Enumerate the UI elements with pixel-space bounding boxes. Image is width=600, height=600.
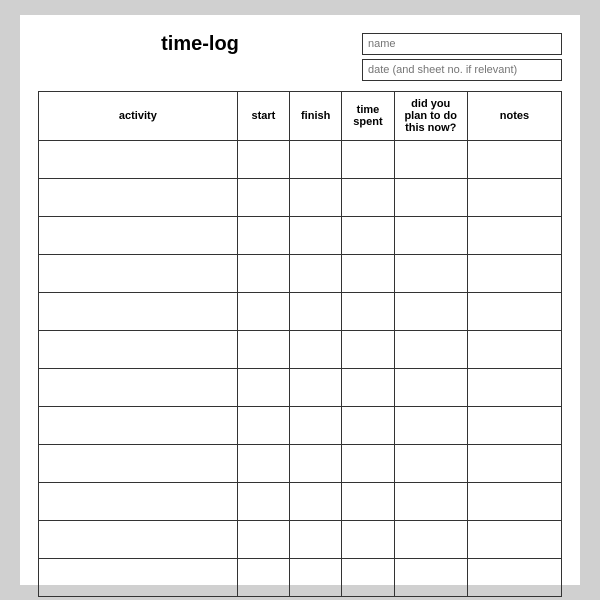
table-cell[interactable] [342, 559, 394, 597]
table-cell[interactable] [467, 293, 561, 331]
table-cell[interactable] [39, 255, 238, 293]
table-cell[interactable] [237, 559, 289, 597]
table-cell[interactable] [394, 559, 467, 597]
table-cell[interactable] [342, 179, 394, 217]
table-row [39, 217, 562, 255]
table-cell[interactable] [394, 293, 467, 331]
table-cell[interactable] [467, 331, 561, 369]
table-cell[interactable] [394, 445, 467, 483]
table-cell[interactable] [342, 407, 394, 445]
header-start: start [237, 92, 289, 141]
table-cell[interactable] [237, 445, 289, 483]
table-cell[interactable] [39, 331, 238, 369]
form-fields [362, 33, 562, 81]
table-cell[interactable] [290, 141, 342, 179]
table-cell[interactable] [342, 293, 394, 331]
table-row [39, 407, 562, 445]
table-cell[interactable] [237, 293, 289, 331]
table-row [39, 369, 562, 407]
table-header-row: activity start finish time spent did you… [39, 92, 562, 141]
table-cell[interactable] [237, 407, 289, 445]
table-cell[interactable] [342, 369, 394, 407]
table-cell[interactable] [237, 483, 289, 521]
table-cell[interactable] [342, 445, 394, 483]
table-row [39, 293, 562, 331]
table-cell[interactable] [394, 407, 467, 445]
table-cell[interactable] [39, 445, 238, 483]
table-row [39, 255, 562, 293]
table-cell[interactable] [290, 293, 342, 331]
header-finish: finish [290, 92, 342, 141]
table-row [39, 521, 562, 559]
table-cell[interactable] [39, 521, 238, 559]
table-cell[interactable] [467, 179, 561, 217]
header-time-spent: time spent [342, 92, 394, 141]
table-cell[interactable] [342, 521, 394, 559]
table-cell[interactable] [290, 483, 342, 521]
header-area: time-log [38, 33, 562, 81]
table-cell[interactable] [290, 407, 342, 445]
table-cell[interactable] [467, 369, 561, 407]
title-section: time-log [38, 33, 362, 56]
table-cell[interactable] [342, 255, 394, 293]
header-notes: notes [467, 92, 561, 141]
table-cell[interactable] [290, 521, 342, 559]
table-cell[interactable] [290, 331, 342, 369]
table-cell[interactable] [467, 407, 561, 445]
table-cell[interactable] [342, 217, 394, 255]
table-cell[interactable] [467, 559, 561, 597]
date-input[interactable] [362, 59, 562, 81]
table-cell[interactable] [237, 255, 289, 293]
table-cell[interactable] [342, 141, 394, 179]
table-cell[interactable] [39, 141, 238, 179]
table-cell[interactable] [290, 369, 342, 407]
table-cell[interactable] [394, 255, 467, 293]
table-cell[interactable] [467, 521, 561, 559]
table-row [39, 483, 562, 521]
table-cell[interactable] [394, 331, 467, 369]
table-cell[interactable] [394, 179, 467, 217]
table-cell[interactable] [467, 141, 561, 179]
table-cell[interactable] [394, 369, 467, 407]
table-cell[interactable] [39, 179, 238, 217]
table-cell[interactable] [342, 483, 394, 521]
table-cell[interactable] [290, 217, 342, 255]
table-cell[interactable] [237, 141, 289, 179]
table-cell[interactable] [237, 331, 289, 369]
table-cell[interactable] [394, 217, 467, 255]
table-row [39, 445, 562, 483]
table-cell[interactable] [237, 179, 289, 217]
table-cell[interactable] [39, 407, 238, 445]
table-cell[interactable] [290, 559, 342, 597]
table-cell[interactable] [39, 483, 238, 521]
table-cell[interactable] [394, 141, 467, 179]
header-activity: activity [39, 92, 238, 141]
table-row [39, 179, 562, 217]
table-cell[interactable] [39, 293, 238, 331]
table-cell[interactable] [237, 217, 289, 255]
time-log-page: time-log activity start finish time spen… [20, 15, 580, 585]
table-cell[interactable] [39, 369, 238, 407]
table-row [39, 559, 562, 597]
page-title: time-log [161, 33, 239, 56]
table-cell[interactable] [394, 521, 467, 559]
table-cell[interactable] [39, 559, 238, 597]
table-cell[interactable] [237, 369, 289, 407]
table-cell[interactable] [342, 331, 394, 369]
header-did-you: did you plan to do this now? [394, 92, 467, 141]
table-cell[interactable] [467, 255, 561, 293]
table-cell[interactable] [467, 217, 561, 255]
table-cell[interactable] [39, 217, 238, 255]
table-row [39, 331, 562, 369]
table-cell[interactable] [237, 521, 289, 559]
table-row [39, 141, 562, 179]
table-cell[interactable] [290, 179, 342, 217]
table-cell[interactable] [394, 483, 467, 521]
table-cell[interactable] [290, 255, 342, 293]
name-input[interactable] [362, 33, 562, 55]
table-cell[interactable] [467, 483, 561, 521]
table-cell[interactable] [290, 445, 342, 483]
time-log-table: activity start finish time spent did you… [38, 91, 562, 597]
table-cell[interactable] [467, 445, 561, 483]
